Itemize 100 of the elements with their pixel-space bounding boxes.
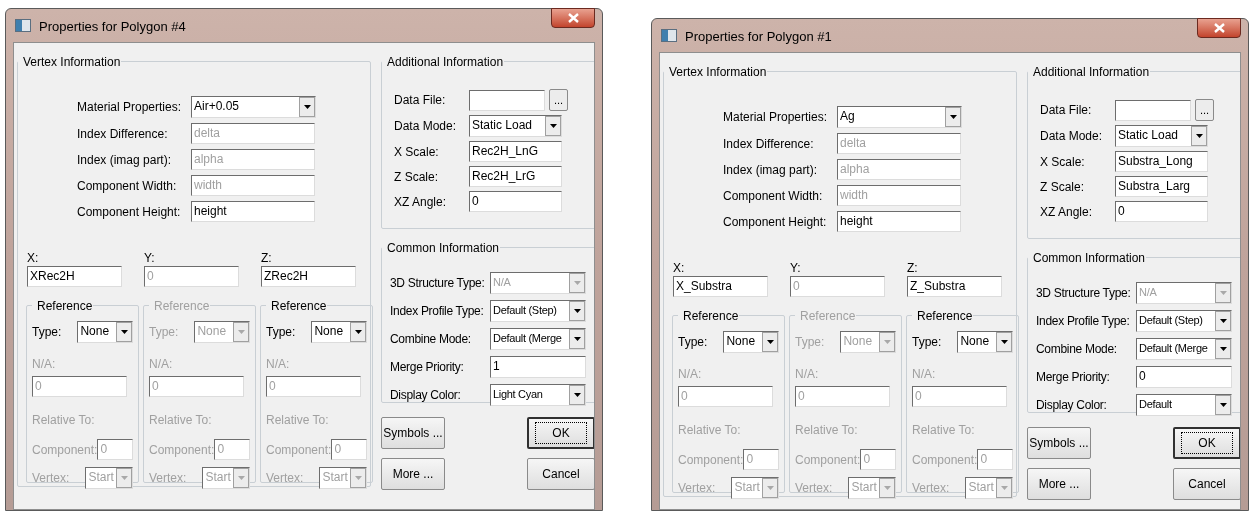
browse-button[interactable]: ...: [549, 89, 568, 111]
dropdown[interactable]: Static Load: [469, 115, 562, 137]
text-field[interactable]: 0: [1115, 201, 1208, 222]
group-title: Reference: [36, 299, 94, 313]
coord-label: Z:: [907, 261, 919, 275]
dropdown[interactable]: Ag: [837, 106, 962, 128]
caret-icon: [1000, 340, 1008, 344]
field-label: Display Color:: [1036, 397, 1108, 414]
field-label: Component Height:: [723, 213, 828, 231]
text-field[interactable]: height: [837, 211, 961, 232]
dialog-button[interactable]: OK: [527, 417, 594, 449]
group-title: Vertex Information: [22, 55, 122, 69]
dropdown[interactable]: None: [311, 321, 368, 343]
group-title: Additional Information: [1032, 65, 1151, 79]
group-title: Reference: [682, 309, 740, 323]
dropdown[interactable]: Light Cyan: [490, 384, 586, 406]
field-label: Component Width:: [723, 187, 824, 205]
field-label: Index (imag part):: [723, 161, 819, 179]
field-label: Component:: [266, 441, 332, 459]
text-field[interactable]: [1115, 99, 1191, 121]
group-title: Reference: [799, 309, 857, 323]
field-label: Type:: [912, 334, 942, 351]
field-label: Vertex:: [32, 470, 70, 487]
field-label: Vertex:: [795, 480, 833, 497]
dropdown[interactable]: Air+0.05: [191, 96, 316, 118]
field-label: Display Color:: [390, 387, 462, 404]
field-label: Component:: [912, 451, 978, 469]
field-label: Index Profile Type:: [1036, 313, 1131, 330]
dialog-button[interactable]: Symbols ...: [381, 417, 445, 449]
text-field[interactable]: XRec2H: [27, 266, 122, 287]
dropdown[interactable]: Default (Merge: [1136, 338, 1232, 360]
text-field[interactable]: 0: [469, 191, 562, 212]
field-label: Vertex:: [149, 470, 187, 487]
field-label: X Scale:: [394, 143, 440, 161]
field-label: Relative To:: [149, 412, 212, 429]
caret-icon: [949, 115, 957, 119]
dropdown[interactable]: Static Load: [1115, 125, 1208, 147]
field-label: Type:: [678, 334, 708, 351]
text-field[interactable]: Z_Substra: [907, 276, 1002, 297]
dropdown[interactable]: Default (Step): [490, 300, 586, 322]
caret-icon: [573, 309, 581, 313]
dropdown[interactable]: None: [723, 331, 780, 353]
caret-icon: [354, 476, 362, 480]
field-label: Vertex:: [912, 480, 950, 497]
field-label: N/A:: [912, 366, 937, 383]
coord-label: Z:: [261, 251, 273, 265]
field-label: Component Width:: [77, 177, 178, 195]
field-label: Type:: [149, 324, 179, 341]
text-field[interactable]: Rec2H_LrG: [469, 166, 562, 187]
field-label: Relative To:: [795, 422, 858, 439]
close-button[interactable]: [1197, 18, 1241, 38]
field-label: Relative To:: [912, 422, 975, 439]
field-label: Merge Priority:: [1036, 369, 1111, 386]
field-label: Vertex:: [678, 480, 716, 497]
field-label: N/A:: [149, 356, 174, 373]
caret-icon: [1219, 347, 1227, 351]
dropdown[interactable]: Default (Merge: [490, 328, 586, 350]
dialog-button[interactable]: Symbols ...: [1027, 427, 1091, 459]
group-title: Reference: [153, 299, 211, 313]
coord-label: X:: [27, 251, 40, 265]
text-field[interactable]: ZRec2H: [261, 266, 356, 287]
field-label: Relative To:: [32, 412, 95, 429]
dropdown[interactable]: None: [957, 331, 1014, 353]
text-field[interactable]: 0: [1136, 366, 1232, 388]
caret-icon: [883, 340, 891, 344]
dialog-button[interactable]: More ...: [1027, 468, 1091, 500]
text-field[interactable]: [469, 89, 545, 111]
field-label: Relative To:: [678, 422, 741, 439]
group-title: Common Information: [1032, 251, 1147, 265]
field-label: Z Scale:: [1040, 178, 1085, 196]
browse-button[interactable]: ...: [1195, 99, 1214, 121]
field-label: Type:: [795, 334, 825, 351]
group-title: Vertex Information: [668, 65, 768, 79]
field-label: 3D Structure Type:: [1036, 285, 1132, 302]
close-icon: [567, 13, 579, 23]
field-label: Z Scale:: [394, 168, 439, 186]
text-field[interactable]: Rec2H_LnG: [469, 141, 562, 162]
dropdown[interactable]: Default: [1136, 394, 1232, 416]
text-field[interactable]: Substra_Long: [1115, 151, 1208, 172]
text-field[interactable]: height: [191, 201, 315, 222]
group-title: Reference: [270, 299, 328, 313]
caret-icon: [303, 105, 311, 109]
dropdown[interactable]: None: [77, 321, 134, 343]
text-field[interactable]: Substra_Larg: [1115, 176, 1208, 197]
close-button[interactable]: [551, 8, 595, 28]
field-label: Merge Priority:: [390, 359, 465, 376]
field-label: Component:: [795, 451, 861, 469]
dropdown[interactable]: Default (Step): [1136, 310, 1232, 332]
field-label: Relative To:: [266, 412, 329, 429]
caret-icon: [1219, 291, 1227, 295]
text-field[interactable]: X_Substra: [673, 276, 768, 297]
caret-icon: [1219, 319, 1227, 323]
dialog-button[interactable]: Cancel: [527, 458, 594, 490]
dialog-button[interactable]: OK: [1173, 427, 1240, 459]
dialog-button[interactable]: Cancel: [1173, 468, 1240, 500]
caret-icon: [237, 330, 245, 334]
text-field[interactable]: 1: [490, 356, 586, 378]
group-title: Additional Information: [386, 55, 505, 69]
caret-icon: [766, 340, 774, 344]
dialog-button[interactable]: More ...: [381, 458, 445, 490]
